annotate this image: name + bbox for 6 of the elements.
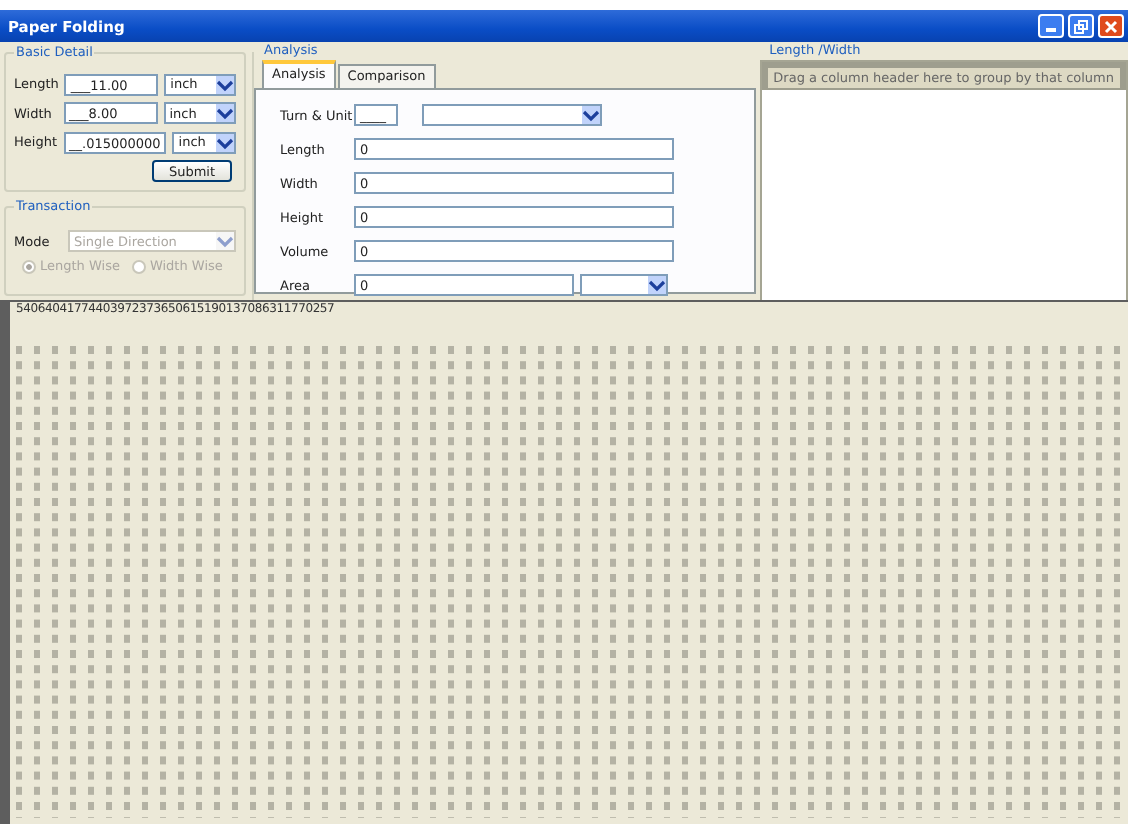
restore-icon [1074,19,1088,33]
minimize-button[interactable] [1038,14,1064,38]
close-icon [1104,19,1118,33]
close-button[interactable] [1098,14,1124,38]
restore-button[interactable] [1068,14,1094,38]
dropdown[interactable] [580,274,668,296]
